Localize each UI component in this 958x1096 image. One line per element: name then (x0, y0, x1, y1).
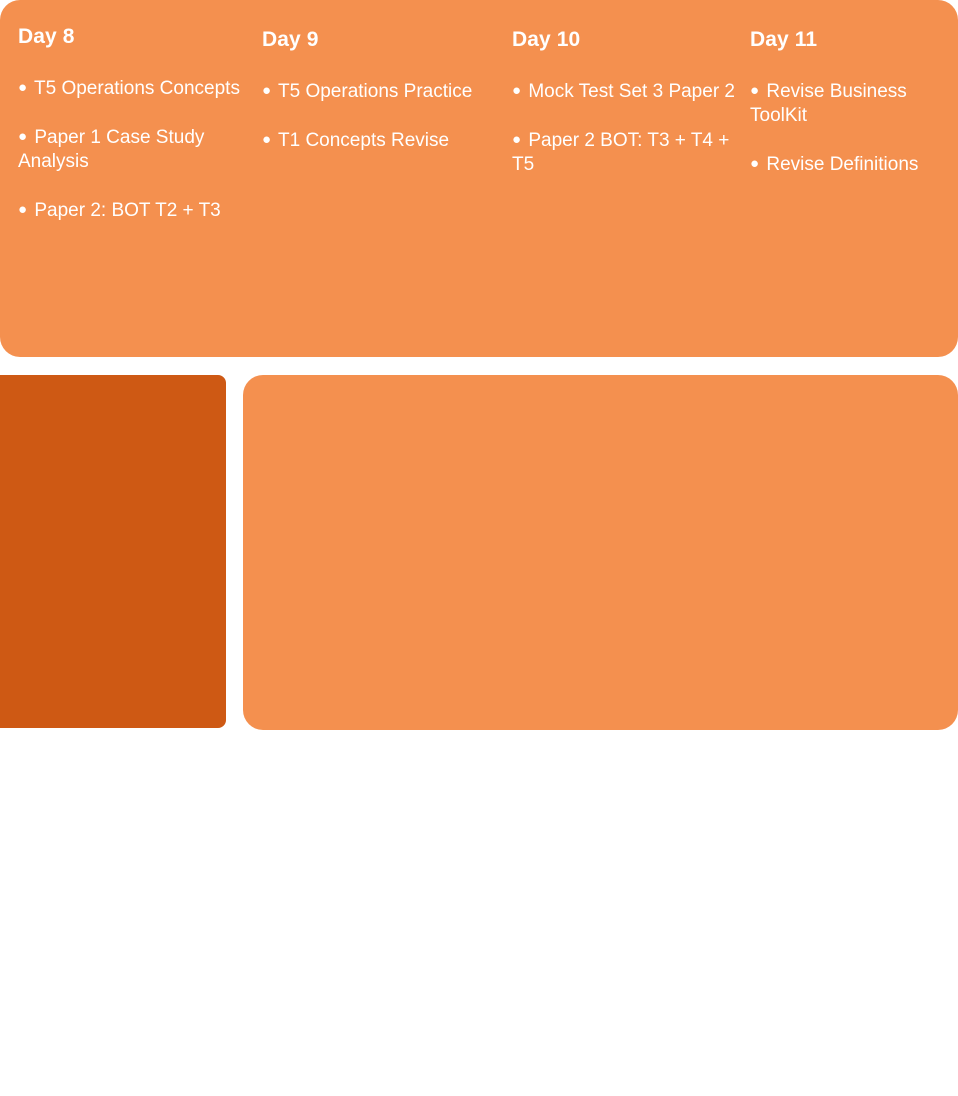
task-item: ● Paper 2: BOT T2 + T3 (18, 198, 244, 223)
task-item: ● T5 Operations Concepts (18, 76, 244, 101)
bullet-icon: ● (18, 128, 28, 145)
note-block-paper1: Paper 1 SL: 2 Sections | 75 min HL: 3 Se… (18, 832, 218, 952)
note-line: | 135 min (18, 929, 96, 950)
task-item: ● Revise Definitions (750, 152, 950, 177)
day-column-day13: Day 13 ● Predicitive Paper 2 ● Weak Conc… (755, 778, 958, 1001)
task-text: Complete any left out planned key concep… (505, 856, 670, 949)
task-text: Paper 2: BOT T2 + T3 (34, 200, 221, 221)
note-line: HL: 3 Sections (18, 905, 142, 926)
note-line: | 135 min (18, 1073, 96, 1094)
day-title: Day 11 (750, 28, 818, 51)
note-heading: Paper 2 (18, 977, 87, 998)
notes-panel: Notes Paper 1 SL: 2 Sections | 75 min HL… (0, 375, 226, 1094)
top-schedule-panel: Day 8 ● T5 Operations Concepts ● Paper 1… (0, 0, 958, 357)
task-item: ● Complete any left out planned key conc… (505, 854, 675, 951)
task-text: Predicitive Paper 2 (771, 832, 931, 853)
bullet-icon: ● (262, 131, 272, 148)
task-text: Paper 1 Case Study Analysis (18, 127, 205, 172)
notes-content: Notes Paper 1 SL: 2 Sections | 75 min HL… (18, 780, 218, 1096)
task-text: Revise Definitions (766, 154, 919, 175)
study-plan-board: Day 8 ● T5 Operations Concepts ● Paper 1… (0, 0, 958, 1094)
bullet-icon: ● (512, 131, 522, 148)
note-block-paper2: Paper 2 SL: 3 Sections | 105 min HL: 3 S… (18, 976, 218, 1096)
day-title: Day 13 (755, 779, 824, 802)
day-column-day10: Day 10 ● Mock Test Set 3 Paper 2 ● Paper… (512, 27, 738, 177)
note-line: SL: 3 Sections (18, 1001, 141, 1022)
note-line: HL: 3 Sections (18, 1049, 142, 1070)
task-item: ● T1 Concepts Revise (262, 128, 488, 153)
notes-title: Notes (18, 781, 77, 804)
bullet-icon: ● (18, 79, 28, 96)
day-column-day8: Day 8 ● T5 Operations Concepts ● Paper 1… (18, 24, 244, 223)
task-text: T5 Operations Concepts (34, 78, 240, 99)
bullet-icon: ● (750, 155, 760, 172)
task-item: ● Paper 1 Case Study Analysis (18, 125, 244, 174)
task-text: Revise Business ToolKit (750, 81, 907, 126)
bullet-icon: ● (512, 82, 522, 99)
bullet-icon: ● (755, 833, 765, 850)
task-item: ● Mock Test Set 3 Paper 2 (512, 79, 738, 104)
note-line: SL: 2 Sections (18, 857, 141, 878)
task-item: ● T5 Operations Practice (262, 79, 488, 104)
task-text: T1 Concepts Revise (278, 130, 450, 151)
task-text: Mock Test Set 3 Paper 2 (528, 81, 735, 102)
task-item: ● Paper 2 BOT: T3 + T4 + T5 (512, 128, 738, 177)
day-title: Day 10 (512, 28, 581, 51)
task-item: ● Weak Concepts Revise (755, 879, 958, 928)
note-heading: Paper 1 (18, 833, 87, 854)
day-title: Day 9 (262, 28, 319, 51)
note-line: | 105 min (18, 1025, 96, 1046)
bullet-icon: ● (750, 82, 760, 99)
catch-up-subhead: Catch Up Day (505, 831, 629, 852)
day-title: Day 12 (505, 779, 574, 802)
bullet-icon: ● (505, 857, 515, 874)
task-text: Paper 1: Case Study Re-Read (755, 954, 947, 999)
task-text: T5 Operations Practice (278, 81, 473, 102)
day-column-day12: Day 12 Catch Up Day ● Complete any left … (505, 778, 675, 951)
day-column-day9: Day 9 ● T5 Operations Practice ● T1 Conc… (262, 27, 488, 153)
note-line: | 75 min (18, 881, 86, 902)
task-text: Paper 2 BOT: T3 + T4 + T5 (512, 130, 730, 175)
bullet-icon: ● (262, 82, 272, 99)
bullet-icon: ● (755, 955, 765, 972)
bottom-schedule-panel: Day 12 Catch Up Day ● Complete any left … (243, 375, 958, 999)
day-title: Day 8 (18, 25, 75, 48)
task-item: ● Predicitive Paper 2 (755, 830, 958, 855)
bullet-icon: ● (18, 201, 28, 218)
task-item: ● Revise Business ToolKit (750, 79, 950, 128)
bullet-icon: ● (755, 882, 765, 899)
task-text: Weak Concepts Revise (755, 881, 906, 926)
task-item: ● Paper 1: Case Study Re-Read (755, 952, 958, 1001)
day-column-day11: Day 11 ● Revise Business ToolKit ● Revis… (750, 27, 950, 177)
